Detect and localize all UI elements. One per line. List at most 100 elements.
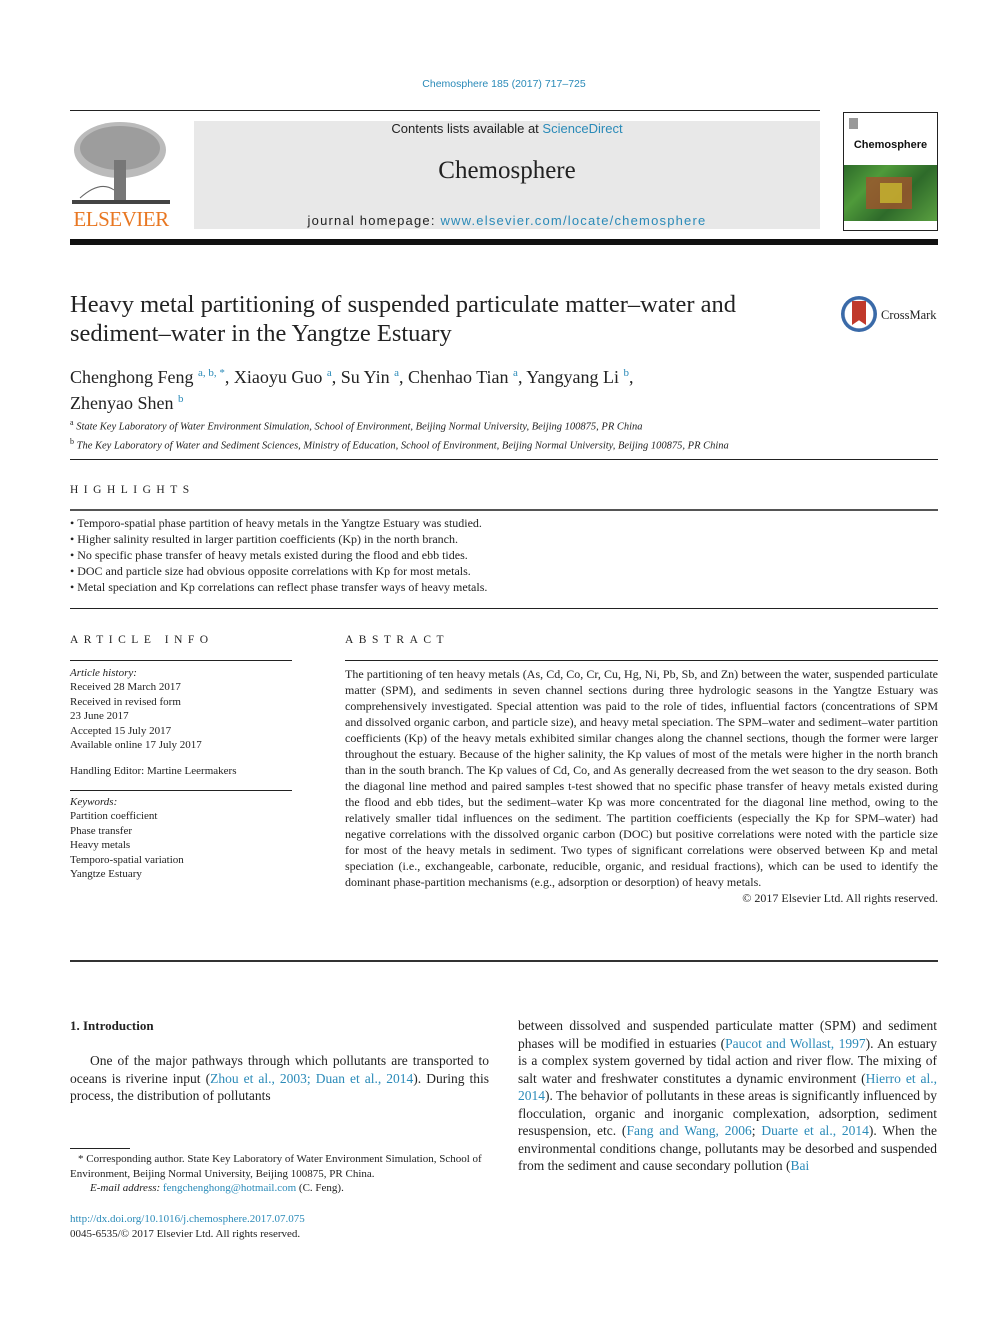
homepage-line: journal homepage: www.elsevier.com/locat… <box>194 213 820 228</box>
author-name[interactable]: Zhenyao Shen <box>70 393 173 413</box>
contents-line: Contents lists available at ScienceDirec… <box>194 121 820 136</box>
sciencedirect-link[interactable]: ScienceDirect <box>542 121 622 136</box>
header-rule <box>70 110 820 111</box>
email-line: E-mail address: fengchenghong@hotmail.co… <box>70 1181 495 1196</box>
contents-prefix: Contents lists available at <box>391 121 543 136</box>
highlight-item: Metal speciation and Kp correlations can… <box>70 579 930 595</box>
abstract-copyright: © 2017 Elsevier Ltd. All rights reserved… <box>742 891 938 905</box>
divider <box>70 960 938 962</box>
author-affil-mark[interactable]: b <box>178 393 184 405</box>
crossmark-badge[interactable]: CrossMark <box>841 296 941 336</box>
history-entry: 23 June 2017 <box>70 710 129 723</box>
highlight-item: No specific phase transfer of heavy meta… <box>70 547 930 563</box>
elsevier-tree-icon <box>72 122 170 204</box>
author-name[interactable]: Su Yin <box>341 367 390 387</box>
author[interactable]: Yangyang Li b <box>526 367 629 387</box>
highlights-rule <box>70 509 938 511</box>
journal-title: Chemosphere <box>438 157 576 184</box>
author-affil-mark[interactable]: a, b, * <box>198 367 225 379</box>
citation-link[interactable]: Duarte et al., 2014 <box>761 1123 869 1138</box>
doi-block: http://dx.doi.org/10.1016/j.chemosphere.… <box>70 1212 495 1242</box>
author[interactable]: Su Yin a <box>341 367 399 387</box>
affiliation-mark: b <box>70 437 74 446</box>
keyword: Yangtze Estuary <box>70 868 142 881</box>
footnote: * Corresponding author. State Key Labora… <box>70 1152 495 1196</box>
crossmark-label: CrossMark <box>881 308 937 322</box>
affiliation: b The Key Laboratory of Water and Sedime… <box>70 435 890 454</box>
highlight-item: DOC and particle size had obvious opposi… <box>70 563 930 579</box>
highlights-list: Temporo-spatial phase partition of heavy… <box>70 515 930 595</box>
article-info-rule <box>70 660 292 661</box>
citation-link[interactable]: Zhou et al., 2003; Duan et al., 2014 <box>210 1071 413 1086</box>
email-label: E-mail address: <box>90 1182 163 1194</box>
citation-link[interactable]: Fang and Wang, 2006 <box>626 1123 751 1138</box>
citation-link[interactable]: Bai <box>791 1158 810 1173</box>
author-name[interactable]: Xiaoyu Guo <box>234 367 323 387</box>
journal-banner: Contents lists available at ScienceDirec… <box>194 121 820 229</box>
affiliation-mark: a <box>70 418 74 427</box>
keyword: Temporo-spatial variation <box>70 853 184 866</box>
article-info: Article history: Received 28 March 2017 … <box>70 666 292 779</box>
abstract-heading: ABSTRACT <box>345 634 450 646</box>
article-title: Heavy metal partitioning of suspended pa… <box>70 291 737 347</box>
corresponding-author-note: * Corresponding author. State Key Labora… <box>70 1153 482 1180</box>
history-entry: Received 28 March 2017 <box>70 681 181 694</box>
keywords-label: Keywords: <box>70 796 118 808</box>
intro-column-1: One of the major pathways through which … <box>70 1052 489 1105</box>
abstract: The partitioning of ten heavy metals (As… <box>345 666 938 906</box>
publisher-name: ELSEVIER <box>73 207 169 231</box>
author-list: Chenghong Feng a, b, *, Xiaoyu Guo a, Su… <box>70 362 770 414</box>
history-entry: Available online 17 July 2017 <box>70 739 202 752</box>
footnote-rule <box>70 1148 130 1149</box>
highlights-heading: HIGHLIGHTS <box>70 484 195 496</box>
author-separator: , <box>331 367 341 387</box>
divider <box>70 459 938 460</box>
history-entry: Received in revised form <box>70 695 181 708</box>
author-name[interactable]: Yangyang Li <box>526 367 619 387</box>
intro-column-2: between dissolved and suspended particul… <box>518 1017 937 1175</box>
cover-leaves-image <box>844 165 937 221</box>
affiliation-text: State Key Laboratory of Water Environmen… <box>76 421 643 433</box>
issn-copyright: 0045-6535/© 2017 Elsevier Ltd. All right… <box>70 1228 301 1240</box>
header-thick-rule <box>70 239 938 245</box>
citation-link[interactable]: Paucot and Wollast, 1997 <box>725 1036 865 1051</box>
affiliation: a State Key Laboratory of Water Environm… <box>70 416 890 435</box>
keyword: Phase transfer <box>70 824 133 837</box>
author[interactable]: Chenghong Feng a, b, * <box>70 367 225 387</box>
keywords-rule <box>70 790 292 791</box>
introduction-heading: 1. Introduction <box>70 1018 154 1033</box>
keywords: Keywords: Partition coefficient Phase tr… <box>70 795 292 881</box>
journal-cover[interactable]: Chemosphere <box>843 112 938 231</box>
abstract-body: The partitioning of ten heavy metals (As… <box>345 667 938 889</box>
author-name[interactable]: Chenghong Feng <box>70 367 194 387</box>
author[interactable]: Chenhao Tian a <box>408 367 518 387</box>
homepage-link[interactable]: www.elsevier.com/locate/chemosphere <box>440 213 706 228</box>
highlight-item: Temporo-spatial phase partition of heavy… <box>70 515 930 531</box>
elsevier-logo[interactable]: ELSEVIER <box>70 120 172 232</box>
history-label: Article history: <box>70 667 137 679</box>
handling-editor: Handling Editor: Martine Leermakers <box>70 765 237 778</box>
email-suffix: (C. Feng). <box>296 1182 344 1194</box>
abstract-rule <box>345 660 938 661</box>
author-separator: , <box>628 367 634 387</box>
elsevier-small-icon <box>849 118 858 129</box>
email-link[interactable]: fengchenghong@hotmail.com <box>163 1182 296 1194</box>
journal-reference[interactable]: Chemosphere 185 (2017) 717–725 <box>0 78 992 90</box>
highlight-item: Higher salinity resulted in larger parti… <box>70 531 930 547</box>
author-name[interactable]: Chenhao Tian <box>408 367 509 387</box>
keyword: Heavy metals <box>70 839 131 852</box>
keyword: Partition coefficient <box>70 810 158 823</box>
divider <box>70 608 938 609</box>
history-entry: Accepted 15 July 2017 <box>70 724 172 737</box>
article-info-heading: ARTICLE INFO <box>70 634 214 646</box>
author[interactable]: Xiaoyu Guo a <box>234 367 332 387</box>
homepage-prefix: journal homepage: <box>307 213 441 228</box>
author-separator: , <box>399 367 409 387</box>
author[interactable]: Zhenyao Shen b <box>70 393 183 413</box>
doi-link[interactable]: http://dx.doi.org/10.1016/j.chemosphere.… <box>70 1213 305 1225</box>
intro-text: ; <box>751 1123 762 1138</box>
affiliations: a State Key Laboratory of Water Environm… <box>70 416 890 454</box>
cover-title: Chemosphere <box>853 139 928 151</box>
affiliation-text: The Key Laboratory of Water and Sediment… <box>76 440 729 452</box>
author-separator: , <box>224 367 234 387</box>
